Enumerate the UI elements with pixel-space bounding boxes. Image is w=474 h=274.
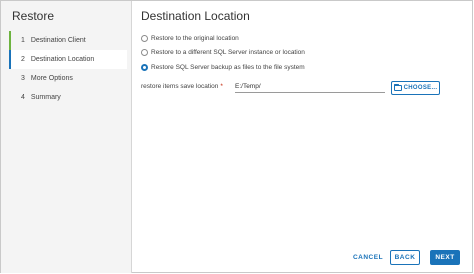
step-summary[interactable]: 4 Summary bbox=[9, 88, 127, 107]
step-number: 4 bbox=[21, 94, 25, 101]
wizard-step-panel: Restore 1 Destination Client 2 Destinati… bbox=[1, 1, 132, 273]
step-destination-client[interactable]: 1 Destination Client bbox=[9, 31, 127, 50]
step-number: 3 bbox=[21, 75, 25, 82]
step-destination-location[interactable]: 2 Destination Location bbox=[9, 50, 127, 69]
option-label: Restore SQL Server backup as files to th… bbox=[151, 64, 305, 71]
next-button[interactable]: NEXT bbox=[430, 250, 460, 265]
option-different-instance[interactable]: Restore to a different SQL Server instan… bbox=[141, 47, 305, 58]
radio-button[interactable] bbox=[141, 35, 148, 42]
step-more-options[interactable]: 3 More Options bbox=[9, 69, 127, 88]
choose-button-label: CHOOSE... bbox=[403, 85, 438, 91]
radio-button[interactable] bbox=[141, 49, 148, 56]
required-marker: * bbox=[220, 83, 223, 90]
step-label: Destination Location bbox=[30, 56, 95, 63]
page-title: Destination Location bbox=[141, 9, 250, 23]
save-location-label-text: restore items save location bbox=[141, 83, 219, 90]
save-location-input[interactable] bbox=[235, 82, 385, 93]
cancel-button[interactable]: CANCEL bbox=[353, 250, 383, 265]
wizard-steps: 1 Destination Client 2 Destination Locat… bbox=[9, 31, 127, 107]
back-button[interactable]: BACK bbox=[390, 250, 420, 265]
step-label: More Options bbox=[30, 75, 73, 82]
folder-icon bbox=[393, 84, 402, 91]
restore-wizard-dialog: Restore 1 Destination Client 2 Destinati… bbox=[0, 0, 473, 273]
option-restore-as-files[interactable]: Restore SQL Server backup as files to th… bbox=[141, 62, 305, 73]
save-location-label: restore items save location * bbox=[141, 83, 223, 90]
step-label: Destination Client bbox=[30, 37, 86, 44]
option-original-location[interactable]: Restore to the original location bbox=[141, 33, 239, 44]
choose-button[interactable]: CHOOSE... bbox=[391, 81, 440, 95]
option-label: Restore to a different SQL Server instan… bbox=[151, 49, 305, 56]
step-number: 2 bbox=[21, 56, 25, 63]
step-number: 1 bbox=[21, 37, 25, 44]
step-label: Summary bbox=[30, 94, 61, 101]
option-label: Restore to the original location bbox=[151, 35, 239, 42]
radio-button-selected[interactable] bbox=[141, 64, 148, 71]
wizard-title: Restore bbox=[12, 9, 55, 23]
